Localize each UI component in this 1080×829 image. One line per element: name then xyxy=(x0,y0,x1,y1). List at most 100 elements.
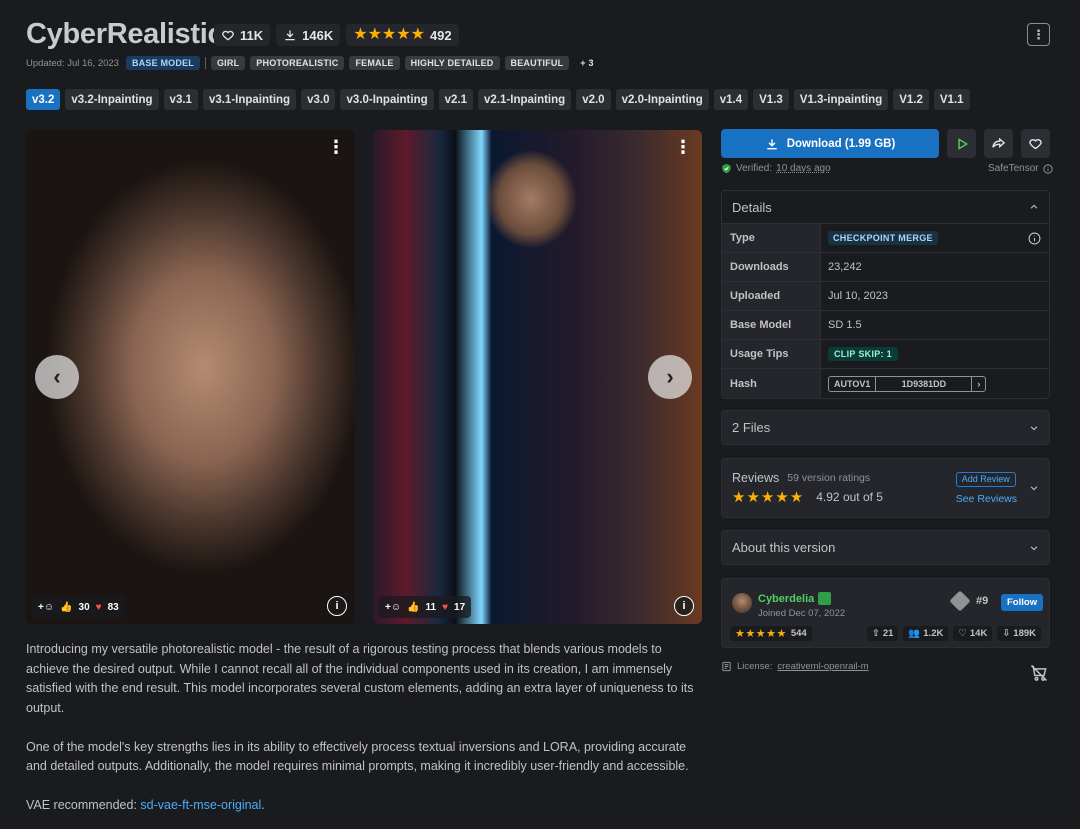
version-tab[interactable]: V1.1 xyxy=(933,89,970,110)
cart-off-icon[interactable] xyxy=(1029,663,1049,683)
star-icon: ★★★★★ xyxy=(353,26,425,43)
kebab-icon: ⋮ xyxy=(1032,26,1045,42)
creator-rating: ★★★★★ 544 xyxy=(730,626,812,641)
creator-rank: #9 xyxy=(949,590,988,612)
download-count: 146K xyxy=(276,24,341,46)
tag-beautiful[interactable]: BEAUTIFUL xyxy=(504,56,570,70)
version-tab[interactable]: v2.0-Inpainting xyxy=(615,89,709,110)
carousel-prev-button[interactable]: ‹ xyxy=(35,355,79,399)
type-badge: CHECKPOINT MERGE xyxy=(828,231,938,245)
license-info: License: creativeml-openrail-m xyxy=(721,661,869,672)
heart-icon: ♥ xyxy=(442,601,449,613)
hash-selector[interactable]: AUTOV1 1D9381DD › xyxy=(828,375,987,392)
detail-row-downloads: Downloads 23,242 xyxy=(722,253,1049,282)
safetensor-label: SafeTensor xyxy=(988,163,1053,174)
license-icon xyxy=(722,661,731,672)
version-tab[interactable]: v3.2 xyxy=(26,89,61,110)
users-icon: 👥 xyxy=(908,628,921,639)
version-tab[interactable]: V1.2 xyxy=(893,89,929,110)
model-description: Introducing my versatile photorealistic … xyxy=(26,640,706,829)
creator-card: Cyberdelia Joined Dec 07, 2022 #9 Follow… xyxy=(721,578,1050,648)
chevron-up-icon xyxy=(1030,204,1038,209)
about-version-panel[interactable]: About this version xyxy=(721,530,1050,565)
info-icon[interactable] xyxy=(1042,163,1053,174)
heart-icon: ♡ xyxy=(958,628,967,639)
add-reaction-icon[interactable]: +☺ xyxy=(38,602,54,613)
tag-base-model[interactable]: BASE MODEL xyxy=(125,56,200,70)
version-tab[interactable]: v3.1 xyxy=(163,89,198,110)
uploads-stat: ⇧ 21 xyxy=(866,626,899,641)
info-icon[interactable]: i xyxy=(327,596,347,616)
chevron-right-icon[interactable]: › xyxy=(972,377,985,391)
version-tab[interactable]: v3.0-Inpainting xyxy=(340,89,434,110)
run-button[interactable] xyxy=(947,129,976,158)
download-button[interactable]: Download (1.99 GB) xyxy=(721,129,939,158)
version-tab[interactable]: V1.3-inpainting xyxy=(793,89,889,110)
chevron-right-icon: › xyxy=(666,364,674,389)
creator-stats: ⇧ 21 👥 1.2K ♡ 14K ⇩ 189K xyxy=(866,626,1041,641)
info-icon[interactable]: i xyxy=(674,596,694,616)
favorites-stat: ♡ 14K xyxy=(953,626,993,641)
avatar[interactable] xyxy=(732,593,752,613)
version-tab[interactable]: v3.0 xyxy=(301,89,336,110)
shield-check-icon xyxy=(722,163,731,174)
license-link[interactable]: creativeml-openrail-m xyxy=(777,661,868,672)
updated-date: Updated: Jul 16, 2023 xyxy=(26,57,119,69)
reactions-bar[interactable]: +☺ 👍 30 ♥ 83 xyxy=(32,596,125,618)
add-reaction-icon[interactable]: +☺ xyxy=(385,602,401,613)
detail-row-usage-tips: Usage Tips CLIP SKIP: 1 xyxy=(722,340,1049,369)
description-paragraph: One of the model's key strengths lies in… xyxy=(26,739,689,774)
kebab-icon[interactable]: ⋮ xyxy=(327,138,345,156)
version-tabs: v3.2 v3.2-Inpainting v3.1 v3.1-Inpaintin… xyxy=(26,89,970,110)
model-meta: Updated: Jul 16, 2023 BASE MODEL GIRL PH… xyxy=(26,56,600,70)
details-header[interactable]: Details xyxy=(722,191,1049,224)
like-count[interactable]: 11K xyxy=(214,24,271,46)
tag-divider xyxy=(204,57,206,69)
reviews-summary: Reviews 59 version ratings ★★★★★ 4.92 ou… xyxy=(732,470,883,506)
see-reviews-link[interactable]: See Reviews xyxy=(956,493,1017,505)
follow-button[interactable]: Follow xyxy=(1001,594,1044,611)
rank-badge-icon xyxy=(949,590,971,612)
verified-status: Verified: 10 days ago xyxy=(721,163,831,174)
files-panel[interactable]: 2 Files xyxy=(721,410,1050,445)
more-options-button[interactable]: ⋮ xyxy=(1027,23,1050,46)
vae-recommendation: VAE recommended: sd-vae-ft-mse-original. xyxy=(26,798,265,812)
detail-row-uploaded: Uploaded Jul 10, 2023 xyxy=(722,282,1049,311)
version-tab[interactable]: V1.3 xyxy=(753,89,789,110)
version-tab[interactable]: v3.2-Inpainting xyxy=(65,89,159,110)
vae-link[interactable]: sd-vae-ft-mse-original xyxy=(140,798,261,812)
version-tab[interactable]: v1.4 xyxy=(713,89,749,110)
downloads-stat: ⇩ 189K xyxy=(997,626,1041,641)
reviews-panel[interactable]: Reviews 59 version ratings ★★★★★ 4.92 ou… xyxy=(721,458,1050,518)
tag-more[interactable]: + 3 xyxy=(574,56,599,70)
thumbs-up-icon: 👍 xyxy=(407,601,420,613)
carousel-next-button[interactable]: › xyxy=(648,355,692,399)
version-tab[interactable]: v2.1 xyxy=(438,89,474,110)
heart-icon xyxy=(1029,139,1042,150)
reactions-bar[interactable]: +☺ 👍 11 ♥ 17 xyxy=(379,596,472,618)
rating-summary[interactable]: ★★★★★ 492 xyxy=(346,24,459,46)
favorite-button[interactable] xyxy=(1021,129,1050,158)
version-tab[interactable]: v2.0 xyxy=(576,89,611,110)
heart-icon: ♥ xyxy=(95,601,102,613)
creator-name[interactable]: Cyberdelia xyxy=(758,592,832,605)
heart-icon xyxy=(222,30,234,41)
download-icon xyxy=(767,138,777,149)
version-tab[interactable]: v3.1-Inpainting xyxy=(202,89,297,110)
tag-female[interactable]: FEMALE xyxy=(349,56,400,70)
detail-row-base-model: Base Model SD 1.5 xyxy=(722,311,1049,340)
version-tab[interactable]: v2.1-Inpainting xyxy=(478,89,572,110)
model-stats: 11K 146K ★★★★★ 492 xyxy=(214,24,459,46)
kebab-icon[interactable]: ⋮ xyxy=(674,138,692,156)
tag-highly-detailed[interactable]: HIGHLY DETAILED xyxy=(404,56,500,70)
tag-girl[interactable]: GIRL xyxy=(210,56,246,70)
share-button[interactable] xyxy=(984,129,1013,158)
download-icon: ⇩ xyxy=(1002,628,1011,639)
info-icon[interactable] xyxy=(1028,232,1041,245)
chevron-down-icon xyxy=(1030,425,1038,430)
add-review-button[interactable]: Add Review xyxy=(955,471,1016,487)
star-icon: ★★★★★ xyxy=(735,628,787,640)
play-icon xyxy=(957,137,968,150)
tag-photorealistic[interactable]: PHOTOREALISTIC xyxy=(250,56,345,70)
chevron-down-icon xyxy=(1030,545,1038,550)
